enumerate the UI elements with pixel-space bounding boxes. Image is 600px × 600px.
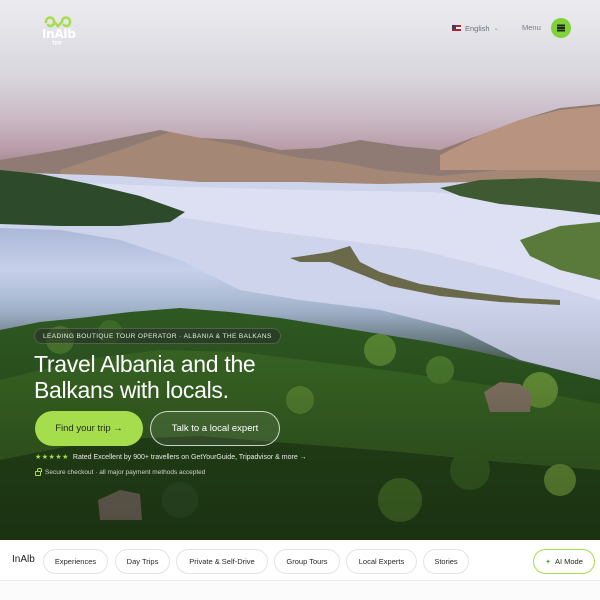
rating-link[interactable]: ★★★★★ Rated Excellent by 900+ travellers…	[35, 453, 307, 462]
us-flag-icon	[452, 25, 461, 31]
rating-text: Rated Excellent by 900+ travellers on Ge…	[72, 453, 307, 461]
star-rating-icon: ★★★★★	[35, 454, 69, 461]
nav-item-group-tours[interactable]: Group Tours	[274, 549, 340, 574]
chevron-down-icon: ⌄	[493, 25, 499, 32]
lock-icon	[35, 468, 42, 476]
nav-item-day-trips[interactable]: Day Trips	[115, 549, 170, 574]
language-label: English	[465, 23, 490, 33]
bottom-nav-bar: InAlb Experiences Day Trips Private & Se…	[0, 540, 600, 581]
sparkle-icon: ✦	[545, 558, 551, 566]
nav-item-local-experts[interactable]: Local Experts	[346, 549, 417, 574]
logo-text: InAlb	[42, 27, 76, 41]
nav-item-stories[interactable]: Stories	[423, 549, 469, 574]
ai-mode-button[interactable]: ✦ AI Mode	[533, 549, 595, 574]
hero-headline: Travel Albania and the Balkans with loca…	[34, 351, 256, 403]
page-below-fold	[0, 581, 600, 600]
hero-tagline-badge: LEADING BOUTIQUE TOUR OPERATOR · ALBANIA…	[34, 328, 281, 344]
secure-checkout-note: Secure checkout · all major payment meth…	[35, 468, 206, 476]
hamburger-icon	[557, 27, 565, 29]
secure-text: Secure checkout · all major payment meth…	[45, 469, 206, 476]
nav-item-experiences[interactable]: Experiences	[43, 549, 108, 574]
menu-button[interactable]	[551, 18, 571, 38]
ai-mode-label: AI Mode	[554, 557, 583, 566]
find-trip-button[interactable]: Find your trip →	[35, 411, 143, 446]
talk-expert-button[interactable]: Talk to a local expert	[150, 411, 280, 446]
menu-label[interactable]: Menu	[522, 23, 541, 32]
bottom-nav-brand[interactable]: InAlb	[12, 554, 35, 565]
logo-subtext: TPP	[52, 41, 62, 47]
nav-item-private-self-drive[interactable]: Private & Self-Drive	[176, 549, 268, 574]
language-selector[interactable]: English ⌄	[452, 19, 499, 37]
